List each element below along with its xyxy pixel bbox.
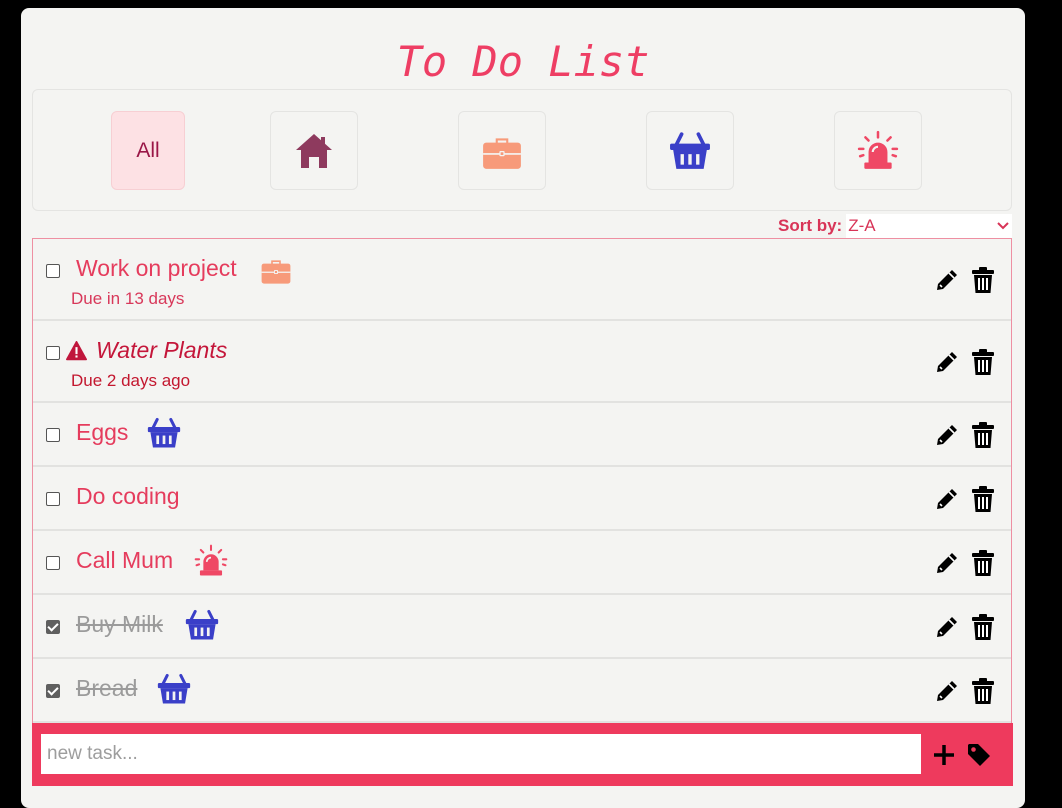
task-name: Work on project bbox=[76, 255, 237, 281]
edit-pencil-icon[interactable] bbox=[933, 485, 961, 513]
sort-label: Sort by: bbox=[778, 214, 847, 238]
filter-home-button[interactable] bbox=[270, 111, 358, 190]
sort-value: Z-A bbox=[848, 216, 876, 235]
task-checkbox[interactable] bbox=[46, 428, 60, 442]
filter-urgent-button[interactable] bbox=[834, 111, 922, 190]
basket-icon bbox=[669, 130, 711, 172]
warning-icon bbox=[66, 341, 87, 362]
filter-shopping-button[interactable] bbox=[646, 111, 734, 190]
house-icon bbox=[294, 131, 334, 171]
delete-trash-icon[interactable] bbox=[969, 266, 997, 294]
delete-trash-icon[interactable] bbox=[969, 613, 997, 641]
edit-pencil-icon[interactable] bbox=[933, 266, 961, 294]
task-row: Do coding bbox=[33, 467, 1011, 531]
task-row: Water Plants Due 2 days ago bbox=[33, 321, 1011, 403]
edit-pencil-icon[interactable] bbox=[933, 677, 961, 705]
todo-card: To Do List All Sort by: Z-A Work on proj… bbox=[21, 8, 1025, 808]
plus-icon[interactable] bbox=[932, 743, 956, 767]
task-list: Work on project Due in 13 days Water Pla… bbox=[32, 238, 1012, 723]
task-checkbox[interactable] bbox=[46, 264, 60, 278]
briefcase-icon bbox=[260, 254, 292, 286]
task-checkbox[interactable] bbox=[46, 620, 60, 634]
filter-all-button[interactable]: All bbox=[111, 111, 185, 190]
category-filter-bar: All bbox=[32, 89, 1012, 211]
task-row: Bread bbox=[33, 659, 1011, 723]
basket-icon bbox=[185, 608, 219, 642]
sort-dropdown[interactable]: Sort by: Z-A bbox=[778, 214, 1012, 238]
task-checkbox[interactable] bbox=[46, 492, 60, 506]
edit-pencil-icon[interactable] bbox=[933, 613, 961, 641]
delete-trash-icon[interactable] bbox=[969, 677, 997, 705]
task-checkbox[interactable] bbox=[46, 684, 60, 698]
task-name: Buy Milk bbox=[76, 611, 163, 637]
delete-trash-icon[interactable] bbox=[969, 421, 997, 449]
siren-icon bbox=[194, 544, 228, 578]
edit-pencil-icon[interactable] bbox=[933, 549, 961, 577]
app-title: To Do List bbox=[396, 37, 650, 86]
task-name: Eggs bbox=[76, 419, 129, 445]
filter-all-label: All bbox=[136, 138, 160, 162]
new-task-input[interactable] bbox=[41, 734, 921, 774]
task-row: Eggs bbox=[33, 403, 1011, 467]
tag-icon[interactable] bbox=[966, 742, 992, 768]
chevron-down-icon bbox=[997, 222, 1009, 230]
basket-icon bbox=[157, 672, 191, 706]
task-checkbox[interactable] bbox=[46, 556, 60, 570]
filter-work-button[interactable] bbox=[458, 111, 546, 190]
task-row: Buy Milk bbox=[33, 595, 1011, 659]
task-name: Call Mum bbox=[76, 547, 174, 573]
delete-trash-icon[interactable] bbox=[969, 485, 997, 513]
delete-trash-icon[interactable] bbox=[969, 348, 997, 376]
task-due: Due 2 days ago bbox=[71, 371, 191, 390]
task-name: Do coding bbox=[76, 483, 180, 509]
task-checkbox[interactable] bbox=[46, 346, 60, 360]
task-name: Water Plants bbox=[96, 337, 228, 363]
task-name: Bread bbox=[76, 675, 138, 701]
task-row: Call Mum bbox=[33, 531, 1011, 595]
edit-pencil-icon[interactable] bbox=[933, 421, 961, 449]
delete-trash-icon[interactable] bbox=[969, 549, 997, 577]
task-row: Work on project Due in 13 days bbox=[33, 239, 1011, 321]
edit-pencil-icon[interactable] bbox=[933, 348, 961, 376]
siren-icon bbox=[857, 130, 899, 172]
basket-icon bbox=[147, 416, 181, 450]
briefcase-icon bbox=[481, 130, 523, 172]
add-task-bar bbox=[32, 723, 1013, 786]
task-due: Due in 13 days bbox=[71, 289, 185, 308]
